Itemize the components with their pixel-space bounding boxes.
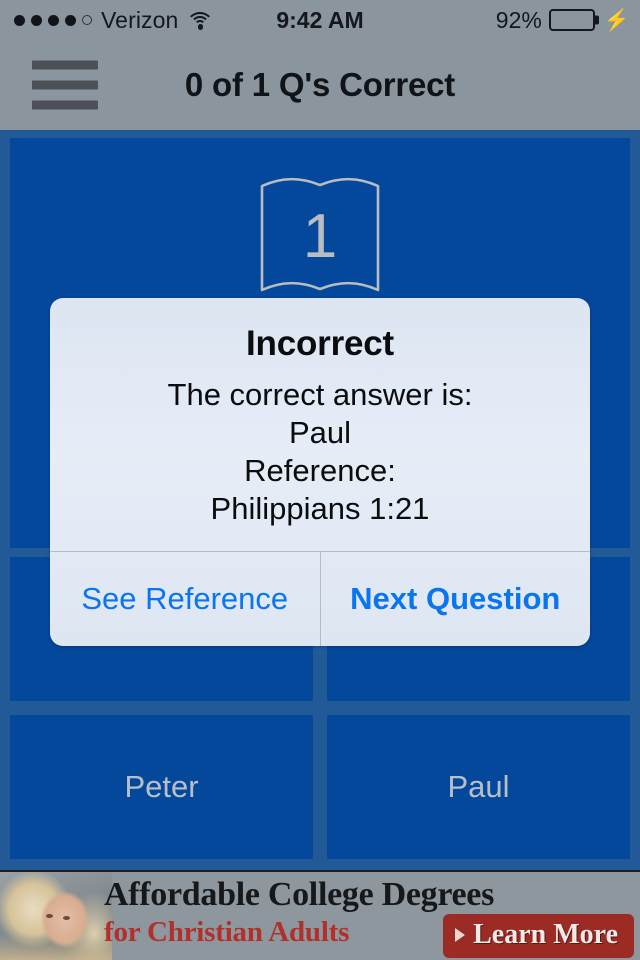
next-question-button[interactable]: Next Question xyxy=(321,552,591,646)
dialog-actions: See Reference Next Question xyxy=(50,550,591,646)
open-book-icon: 1 xyxy=(252,172,388,304)
navigation-bar: 0 of 1 Q's Correct xyxy=(0,40,640,130)
ad-cta-label: Learn More xyxy=(473,919,618,950)
see-reference-button[interactable]: See Reference xyxy=(50,552,320,646)
question-number: 1 xyxy=(302,202,338,272)
ad-headline: Affordable College Degrees xyxy=(104,876,495,913)
ad-banner[interactable]: Affordable College Degrees for Christian… xyxy=(0,870,640,960)
play-triangle-icon xyxy=(455,928,466,942)
battery-icon xyxy=(548,9,599,31)
result-dialog: Incorrect The correct answer is: Paul Re… xyxy=(50,298,590,646)
app-root: Verizon 9:42 AM 92% ⚡ 0 of 1 Q's Correct xyxy=(0,0,640,960)
ad-learn-more-button[interactable]: Learn More xyxy=(443,914,634,958)
ad-photo xyxy=(0,872,112,960)
dialog-line-3: Reference: xyxy=(244,453,396,489)
charging-bolt-icon: ⚡ xyxy=(603,8,630,32)
status-bar: Verizon 9:42 AM 92% ⚡ xyxy=(0,0,640,40)
ad-subhead: for Christian Adults xyxy=(104,916,350,948)
answer-option-4[interactable]: Paul xyxy=(327,715,630,859)
dialog-body: Incorrect The correct answer is: Paul Re… xyxy=(50,298,590,551)
dialog-line-2: Paul xyxy=(288,415,352,451)
status-bar-right: 92% ⚡ xyxy=(496,0,630,40)
answer-option-3[interactable]: Peter xyxy=(10,715,313,859)
page-title: 0 of 1 Q's Correct xyxy=(184,66,456,103)
dialog-line-1: The correct answer is: xyxy=(167,377,473,412)
battery-percent-label: 92% xyxy=(495,6,542,33)
dialog-title: Incorrect xyxy=(246,324,394,363)
dialog-line-4: Philippians 1:21 xyxy=(210,491,430,527)
